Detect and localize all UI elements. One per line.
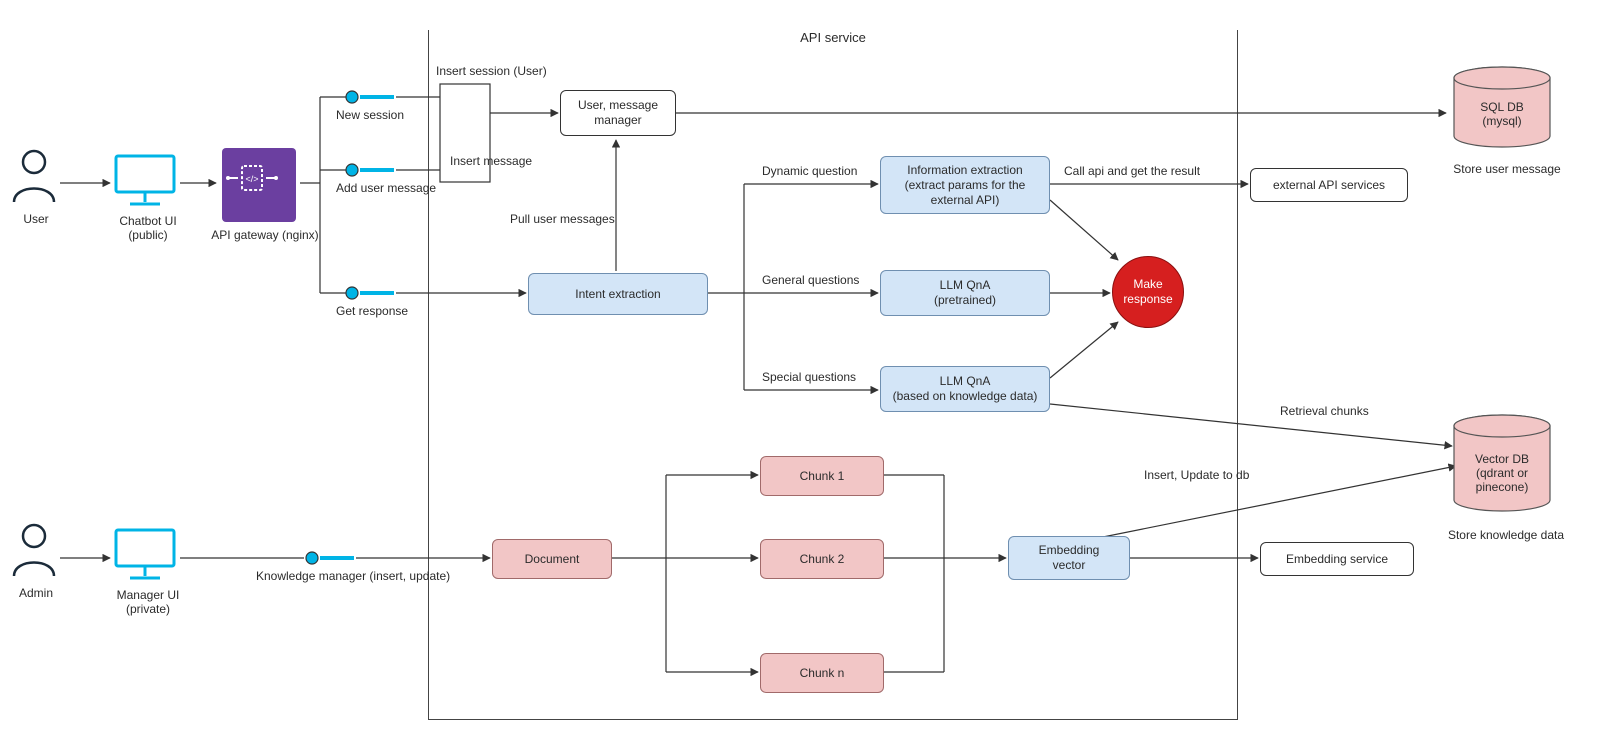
endpoint-get-response: Get response (336, 304, 408, 318)
manager-ui-caption: Manager UI (private) (88, 588, 208, 616)
db-sql-caption: Store user message (1442, 162, 1572, 176)
endpoint-knowledge-manager: Knowledge manager (insert, update) (256, 569, 450, 583)
node-info-extraction: Information extraction (extract params f… (880, 156, 1050, 214)
edge-insert-message: Insert message (450, 154, 532, 168)
node-make-response: Make response (1112, 256, 1184, 328)
node-intent-extraction: Intent extraction (528, 273, 708, 315)
api-gateway-icon: </> (222, 148, 296, 222)
edge-pull-user-messages: Pull user messages (510, 212, 615, 226)
endpoint-new-session: New session (336, 108, 404, 122)
edge-special-questions: Special questions (762, 370, 856, 384)
db-vector-label: Vector DB (qdrant or pinecone) (1448, 452, 1556, 494)
edge-general-questions: General questions (762, 273, 859, 287)
node-llm-pretrained: LLM QnA (pretrained) (880, 270, 1050, 316)
node-llm-knowledge: LLM QnA (based on knowledge data) (880, 366, 1050, 412)
edge-dynamic-question: Dynamic question (762, 164, 857, 178)
edge-insert-update-db: Insert, Update to db (1144, 468, 1249, 482)
node-user-message-manager: User, message manager (560, 90, 676, 136)
admin-caption: Admin (0, 586, 96, 600)
node-embedding-vector: Embedding vector (1008, 536, 1130, 580)
endpoint-add-user-message: Add user message (336, 181, 436, 195)
api-gateway-caption: API gateway (nginx) (200, 228, 330, 242)
edge-call-api: Call api and get the result (1064, 164, 1200, 178)
node-chunk-2: Chunk 2 (760, 539, 884, 579)
chatbot-ui-caption: Chatbot UI (public) (88, 214, 208, 242)
svg-text:</>: </> (245, 174, 258, 184)
user-caption: User (0, 212, 96, 226)
edge-insert-session: Insert session (User) (436, 64, 547, 78)
node-document: Document (492, 539, 612, 579)
diagram-canvas: API service (0, 0, 1600, 745)
node-external-api: external API services (1250, 168, 1408, 202)
node-embedding-service: Embedding service (1260, 542, 1414, 576)
node-chunk-n: Chunk n (760, 653, 884, 693)
db-vector-caption: Store knowledge data (1436, 528, 1576, 542)
db-sql-label: SQL DB (mysql) (1448, 100, 1556, 128)
edge-retrieval-chunks: Retrieval chunks (1280, 404, 1369, 418)
node-chunk-1: Chunk 1 (760, 456, 884, 496)
